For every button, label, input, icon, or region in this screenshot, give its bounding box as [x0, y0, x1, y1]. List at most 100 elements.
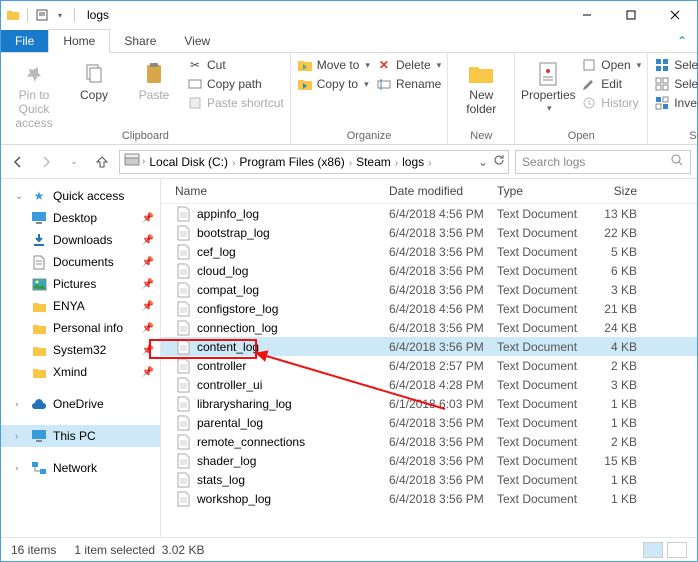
select-all-button[interactable]: Select all: [654, 57, 698, 73]
search-input[interactable]: Search logs: [515, 150, 691, 174]
file-icon: [175, 453, 191, 469]
delete-icon: ✕: [376, 57, 392, 73]
copy-button[interactable]: Copy: [67, 57, 121, 103]
forward-button[interactable]: [35, 151, 57, 173]
sidebar-pinned-item[interactable]: Xmind📌: [1, 361, 160, 383]
breadcrumb-segment[interactable]: Local Disk (C:): [145, 155, 232, 169]
file-row[interactable]: connection_log6/4/2018 3:56 PMText Docum…: [161, 318, 697, 337]
file-name: content_log: [197, 340, 389, 354]
file-row[interactable]: workshop_log6/4/2018 3:56 PMText Documen…: [161, 489, 697, 508]
sidebar-network[interactable]: ›Network: [1, 457, 160, 479]
recent-dropdown[interactable]: ⌄: [63, 151, 85, 173]
file-date: 6/4/2018 3:56 PM: [389, 473, 497, 487]
breadcrumb-segment[interactable]: Steam: [352, 155, 395, 169]
select-none-button[interactable]: Select none: [654, 76, 698, 92]
copy-to-icon: [297, 76, 313, 92]
file-date: 6/4/2018 4:28 PM: [389, 378, 497, 392]
view-details-button[interactable]: [643, 542, 663, 558]
address-dropdown[interactable]: ⌄: [478, 155, 488, 169]
properties-qat-icon[interactable]: [34, 7, 50, 23]
sidebar-pinned-item[interactable]: Personal info📌: [1, 317, 160, 339]
copy-path-button[interactable]: Copy path: [187, 76, 284, 92]
sidebar-this-pc[interactable]: ›This PC: [1, 425, 160, 447]
ribbon-collapse-button[interactable]: ⌃: [667, 30, 697, 52]
paste-button[interactable]: Paste: [127, 57, 181, 103]
pin-to-quick-access-button[interactable]: Pin to Quick access: [7, 57, 61, 130]
file-type: Text Document: [497, 340, 601, 354]
sidebar-pinned-item[interactable]: Desktop📌: [1, 207, 160, 229]
file-date: 6/4/2018 3:56 PM: [389, 226, 497, 240]
move-to-button[interactable]: Move to▾: [297, 57, 370, 73]
file-row[interactable]: stats_log6/4/2018 3:56 PMText Document1 …: [161, 470, 697, 489]
history-button[interactable]: History: [581, 95, 641, 111]
file-row[interactable]: parental_log6/4/2018 3:56 PMText Documen…: [161, 413, 697, 432]
file-name: compat_log: [197, 283, 389, 297]
file-row[interactable]: compat_log6/4/2018 3:56 PMText Document3…: [161, 280, 697, 299]
breadcrumb-segment[interactable]: Program Files (x86): [235, 155, 348, 169]
breadcrumb-chevron-icon[interactable]: ›: [428, 158, 431, 169]
open-button[interactable]: Open▾: [581, 57, 641, 73]
new-folder-button[interactable]: New folder: [454, 57, 508, 117]
refresh-button[interactable]: [492, 153, 506, 170]
file-name: configstore_log: [197, 302, 389, 316]
sidebar-pinned-item[interactable]: Documents📌: [1, 251, 160, 273]
sidebar-pinned-item[interactable]: ENYA📌: [1, 295, 160, 317]
qat-dropdown-icon[interactable]: ▾: [52, 7, 68, 23]
group-clipboard: Pin to Quick access Copy Paste ✂Cut Copy…: [1, 53, 291, 144]
back-button[interactable]: [7, 151, 29, 173]
file-row[interactable]: content_log6/4/2018 3:56 PMText Document…: [161, 337, 697, 356]
sidebar-pinned-item[interactable]: Downloads📌: [1, 229, 160, 251]
file-type: Text Document: [497, 321, 601, 335]
file-size: 1 KB: [601, 397, 661, 411]
pin-icon: 📌: [142, 345, 154, 356]
move-to-icon: [297, 57, 313, 73]
tab-view[interactable]: View: [170, 30, 224, 52]
file-size: 3 KB: [601, 283, 661, 297]
maximize-button[interactable]: [609, 1, 653, 29]
file-size: 13 KB: [601, 207, 661, 221]
file-row[interactable]: controller6/4/2018 2:57 PMText Document2…: [161, 356, 697, 375]
cut-button[interactable]: ✂Cut: [187, 57, 284, 73]
up-button[interactable]: [91, 151, 113, 173]
sidebar-pinned-item[interactable]: Pictures📌: [1, 273, 160, 295]
file-row[interactable]: cef_log6/4/2018 3:56 PMText Document5 KB: [161, 242, 697, 261]
file-row[interactable]: librarysharing_log6/1/2018 6:03 PMText D…: [161, 394, 697, 413]
copy-to-button[interactable]: Copy to▾: [297, 76, 370, 92]
file-row[interactable]: bootstrap_log6/4/2018 3:56 PMText Docume…: [161, 223, 697, 242]
status-item-count: 16 items: [11, 543, 56, 557]
file-date: 6/4/2018 3:56 PM: [389, 283, 497, 297]
minimize-button[interactable]: [565, 1, 609, 29]
edit-button[interactable]: Edit: [581, 76, 641, 92]
properties-button[interactable]: Properties▾: [521, 57, 575, 113]
view-large-button[interactable]: [667, 542, 687, 558]
file-row[interactable]: shader_log6/4/2018 3:56 PMText Document1…: [161, 451, 697, 470]
paste-shortcut-button[interactable]: Paste shortcut: [187, 95, 284, 111]
sidebar-quick-access[interactable]: ⌄★Quick access: [1, 185, 160, 207]
invert-selection-button[interactable]: Invert selection: [654, 95, 698, 111]
breadcrumb-segment[interactable]: logs: [398, 155, 428, 169]
rename-button[interactable]: Rename: [376, 76, 441, 92]
file-row[interactable]: appinfo_log6/4/2018 4:56 PMText Document…: [161, 204, 697, 223]
address-bar[interactable]: › Local Disk (C:)›Program Files (x86)›St…: [119, 150, 509, 174]
edit-icon: [581, 76, 597, 92]
delete-button[interactable]: ✕Delete▾: [376, 57, 441, 73]
tab-file[interactable]: File: [1, 30, 48, 52]
close-button[interactable]: [653, 1, 697, 29]
column-type[interactable]: Type: [497, 184, 601, 198]
file-date: 6/4/2018 3:56 PM: [389, 245, 497, 259]
sidebar-onedrive[interactable]: ›OneDrive: [1, 393, 160, 415]
file-size: 2 KB: [601, 359, 661, 373]
file-row[interactable]: configstore_log6/4/2018 4:56 PMText Docu…: [161, 299, 697, 318]
sidebar-pinned-item[interactable]: System32📌: [1, 339, 160, 361]
tab-share[interactable]: Share: [110, 30, 170, 52]
file-row[interactable]: controller_ui6/4/2018 4:28 PMText Docume…: [161, 375, 697, 394]
status-size: 3.02 KB: [162, 543, 205, 557]
tab-home[interactable]: Home: [48, 29, 110, 53]
column-headers[interactable]: Name Date modified Type Size: [161, 179, 697, 204]
column-date[interactable]: Date modified: [389, 184, 497, 198]
column-name[interactable]: Name: [175, 184, 389, 198]
column-size[interactable]: Size: [601, 184, 661, 198]
file-row[interactable]: remote_connections6/4/2018 3:56 PMText D…: [161, 432, 697, 451]
file-type: Text Document: [497, 302, 601, 316]
file-row[interactable]: cloud_log6/4/2018 3:56 PMText Document6 …: [161, 261, 697, 280]
